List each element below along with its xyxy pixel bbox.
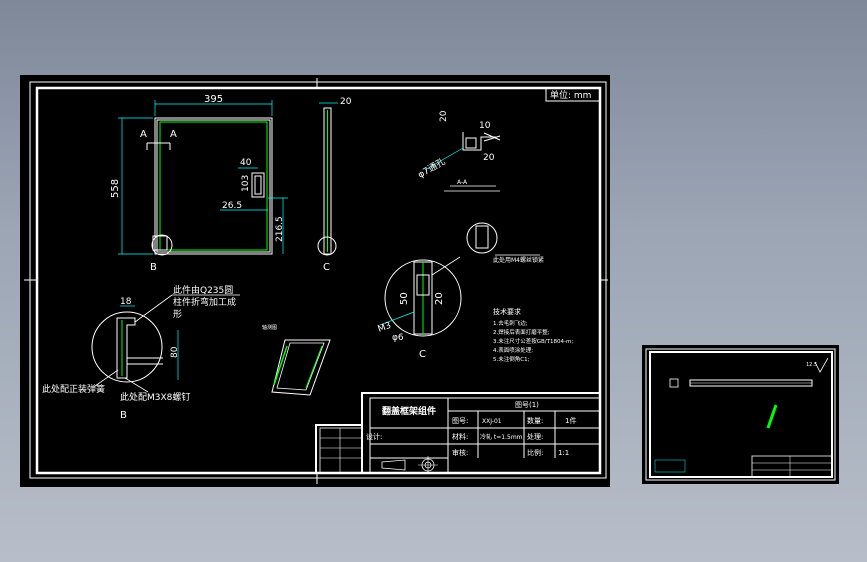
dim-c-phi6: φ6	[392, 333, 404, 343]
section-a-left: A	[140, 129, 147, 140]
section-a-right: A	[170, 129, 177, 140]
tb-check-label: 审核:	[452, 448, 468, 457]
note-spring: 此处配正装弹簧	[42, 383, 105, 395]
iso-caption: 轴测图	[262, 324, 277, 331]
part-name: 翻盖框架组件	[382, 405, 436, 417]
tb-scale-label: 比例:	[527, 448, 543, 457]
dim-103: 103	[241, 175, 251, 192]
dim-c-50: 50	[399, 292, 410, 305]
dim-40: 40	[240, 158, 252, 168]
dim-b-80: 80	[170, 346, 180, 358]
dim-c-20: 20	[434, 292, 445, 305]
tb-qty-label: 数量:	[527, 416, 543, 425]
note-screw: 此处配M3X8螺钉	[120, 391, 190, 403]
tb-figno: XXJ-01	[482, 418, 502, 425]
tech-item: 3.未注尺寸公差按GB/T1804-m;	[493, 337, 573, 345]
tb-scale: 1:1	[558, 449, 569, 457]
detail-c-label-1: C	[323, 262, 330, 273]
detail-c-label-2: C	[419, 349, 426, 360]
dim-tr-10: 10	[479, 121, 491, 131]
tech-title: 技术要求	[493, 307, 521, 316]
dim-height: 558	[110, 179, 121, 198]
note-m4-lock: 此处用M4螺丝锁紧	[493, 256, 544, 264]
dim-width: 395	[204, 94, 223, 105]
tb-qty: 1件	[565, 416, 576, 425]
tech-item: 4.表面喷涂处理;	[493, 346, 533, 354]
drawing-number: 图号(1)	[515, 401, 539, 409]
dim-tr-20a: 20	[439, 110, 449, 122]
tech-item: 5.未注倒角C1;	[493, 355, 530, 363]
dim-216-5: 216.5	[275, 216, 285, 242]
dim-side-20: 20	[340, 97, 352, 107]
unit-label: 单位: mm	[550, 89, 591, 101]
note-material-2: 柱件折弯加工成	[173, 296, 236, 308]
tb-treatment-label: 处理:	[527, 432, 543, 441]
detail-b-label: B	[150, 262, 157, 273]
tb-design-label: 设计:	[366, 432, 382, 441]
tb-material-label: 材料:	[452, 432, 468, 441]
dim-b-18: 18	[120, 297, 132, 307]
tech-item: 1.去毛刺飞边;	[493, 319, 528, 327]
dim-26-5: 26.5	[222, 201, 242, 211]
note-material-3: 形	[173, 308, 182, 320]
section-a-a-label: A-A	[457, 179, 468, 186]
note-material-1: 此件由Q235圆	[173, 284, 233, 296]
tech-item: 2.焊接后表面打磨平整;	[493, 328, 550, 336]
dim-tr-20b: 20	[483, 153, 495, 163]
drawing-sheet-secondary: 12.5	[642, 345, 839, 484]
tb-figno-label: 图号:	[452, 417, 468, 425]
cad-viewport[interactable]: 单位: mm A A B 395 558 40 103 26.5 216.5 2…	[0, 0, 867, 562]
detail-b-label-2: B	[120, 410, 127, 421]
tb-material: 冷轧 t=1.5mm	[480, 433, 523, 441]
